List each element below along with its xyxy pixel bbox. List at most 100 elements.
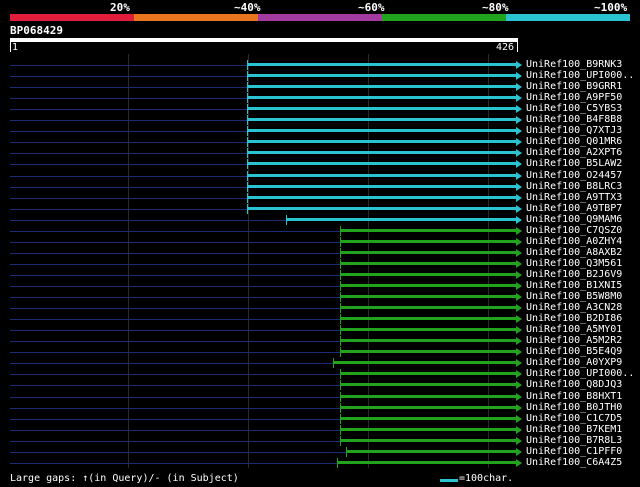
hit-bar[interactable] <box>246 74 516 78</box>
alignment-coverage-line <box>10 76 247 78</box>
hit-bar[interactable] <box>246 129 516 133</box>
hit-link[interactable]: UniRef100_A9TBP7 <box>526 203 622 214</box>
arrow-right-icon <box>516 447 522 456</box>
hit-bar[interactable] <box>246 118 516 122</box>
hit-link[interactable]: UniRef100_B7R8L3 <box>526 435 622 446</box>
hit-link[interactable]: UniRef100_B5E4Q9 <box>526 346 622 357</box>
hit-bar[interactable] <box>246 96 516 100</box>
hit-link[interactable]: UniRef100_Q8DJQ3 <box>526 379 622 390</box>
alignment-coverage-line <box>10 263 340 265</box>
hit-link[interactable]: UniRef100_B8LRC3 <box>526 181 622 192</box>
alignment-coverage-line <box>10 131 247 133</box>
hit-bar[interactable] <box>339 416 516 420</box>
hit-bar[interactable] <box>339 295 516 299</box>
hit-link[interactable]: UniRef100_A2XPT6 <box>526 147 622 158</box>
hit-bar[interactable] <box>339 372 516 376</box>
hit-link[interactable]: UniRef100_B7KEM1 <box>526 424 622 435</box>
arrow-right-icon <box>516 392 522 401</box>
hit-bar[interactable] <box>246 63 516 66</box>
hit-bar[interactable] <box>332 361 516 365</box>
hit-link[interactable]: UniRef100_B4F8B8 <box>526 114 622 125</box>
hit-bar[interactable] <box>336 460 516 464</box>
hit-link[interactable]: UniRef100_A0YXP9 <box>526 357 622 368</box>
hit-link[interactable]: UniRef100_B5W8M0 <box>526 291 622 302</box>
hit-link[interactable]: UniRef100_C6A4Z5 <box>526 457 622 468</box>
hit-link[interactable]: UniRef100_B9RNK3 <box>526 59 622 70</box>
hit-bar[interactable] <box>339 228 516 232</box>
hit-link[interactable]: UniRef100_A0ZHY4 <box>526 236 622 247</box>
arrow-right-icon <box>516 61 522 69</box>
hit-bar[interactable] <box>246 85 516 89</box>
hit-link[interactable]: UniRef100_A8AXB2 <box>526 247 622 258</box>
hit-link[interactable]: UniRef100_Q9MAM6 <box>526 214 622 225</box>
hit-bar[interactable] <box>246 184 516 188</box>
arrow-right-icon <box>516 105 522 114</box>
hit-link[interactable]: UniRef100_B8HXT1 <box>526 391 622 402</box>
hit-bar[interactable] <box>339 306 516 310</box>
hit-bar[interactable] <box>339 284 516 287</box>
arrow-right-icon <box>516 436 522 445</box>
gaps-legend: Large gaps: ↑(in Query)/- (in Subject) <box>10 473 239 484</box>
hit-link[interactable]: UniRef100_Q3M561 <box>526 258 622 269</box>
hit-bar[interactable] <box>339 438 516 442</box>
hit-bar[interactable] <box>246 107 516 111</box>
hit-bar[interactable] <box>345 449 516 453</box>
hit-bar[interactable] <box>246 151 516 155</box>
hit-bar[interactable] <box>286 217 516 221</box>
hit-link[interactable]: UniRef100_C1C7D5 <box>526 413 622 424</box>
hit-link[interactable]: UniRef100_Q7XTJ3 <box>526 125 622 136</box>
hit-bar[interactable] <box>339 272 516 276</box>
hit-link[interactable]: UniRef100_C1PFF0 <box>526 446 622 457</box>
hit-link[interactable]: UniRef100_A9PF50 <box>526 92 622 103</box>
hit-link[interactable]: UniRef100_B2DI86 <box>526 313 622 324</box>
alignment-coverage-line <box>10 164 247 166</box>
alignment-coverage-line <box>10 297 340 299</box>
hit-link[interactable]: UniRef100_C5YBS3 <box>526 103 622 114</box>
hit-bar[interactable] <box>246 162 516 166</box>
alignment-coverage-line <box>10 230 340 232</box>
alignment-coverage-line <box>10 451 346 453</box>
hit-bar[interactable] <box>246 173 516 177</box>
hit-bar[interactable] <box>246 140 516 144</box>
arrow-right-icon <box>516 193 522 202</box>
hit-bar[interactable] <box>246 206 516 210</box>
hit-bar[interactable] <box>339 250 516 254</box>
hit-link[interactable]: UniRef100_A5M2R2 <box>526 335 622 346</box>
hit-link[interactable]: UniRef100_A3CN28 <box>526 302 622 313</box>
hit-link[interactable]: UniRef100_A5MY01 <box>526 324 622 335</box>
hit-bar[interactable] <box>339 328 516 332</box>
alignment-coverage-line <box>10 418 340 420</box>
hit-link[interactable]: UniRef100_O24457 <box>526 170 622 181</box>
arrow-right-icon <box>516 204 522 213</box>
hit-link[interactable]: UniRef100_C7QSZ0 <box>526 225 622 236</box>
hit-row[interactable]: UniRef100_C6A4Z5 <box>0 457 640 469</box>
hit-link[interactable]: UniRef100_B9GRR1 <box>526 81 622 92</box>
hit-bar[interactable] <box>339 405 516 409</box>
hit-bar[interactable] <box>339 239 516 243</box>
hit-link[interactable]: UniRef100_B1XNI5 <box>526 280 622 291</box>
hit-bar[interactable] <box>339 339 516 343</box>
hit-bar[interactable] <box>339 427 516 431</box>
arrow-right-icon <box>516 414 522 423</box>
arrow-right-icon <box>516 370 522 379</box>
alignment-coverage-line <box>10 341 340 343</box>
hit-link[interactable]: UniRef100_B5LAW2 <box>526 158 622 169</box>
hit-bar[interactable] <box>246 195 516 199</box>
alignment-coverage-line <box>10 153 247 155</box>
hit-link[interactable]: UniRef100_B2J6V9 <box>526 269 622 280</box>
arrow-right-icon <box>516 226 522 235</box>
hit-bar[interactable] <box>339 394 516 398</box>
hit-link[interactable]: UniRef100_A9TTX3 <box>526 192 622 203</box>
hit-link[interactable]: UniRef100_B0JTH0 <box>526 402 622 413</box>
hit-bar[interactable] <box>339 261 516 265</box>
hit-bar[interactable] <box>339 350 516 354</box>
hit-link[interactable]: UniRef100_UPI000.. <box>526 368 634 379</box>
hit-link[interactable]: UniRef100_Q01MR6 <box>526 136 622 147</box>
hit-bar[interactable] <box>339 317 516 321</box>
arrow-right-icon <box>516 149 522 158</box>
hit-link[interactable]: UniRef100_UPI000.. <box>526 70 634 81</box>
arrow-right-icon <box>516 425 522 434</box>
hit-bar[interactable] <box>339 383 516 387</box>
arrow-right-icon <box>516 458 522 467</box>
alignment-coverage-line <box>10 219 287 221</box>
